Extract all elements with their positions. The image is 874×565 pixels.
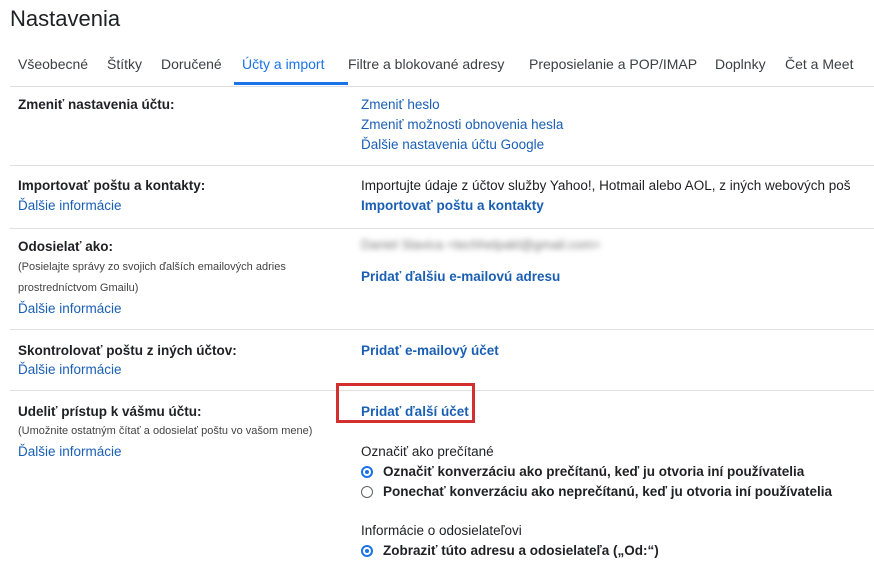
tab-chat-meet[interactable]: Čet a Meet — [785, 56, 853, 72]
learn-more-link[interactable]: Ďalšie informácie — [18, 362, 122, 377]
add-mail-account-link[interactable]: Pridať e-mailový účet — [361, 343, 499, 358]
tab-labels[interactable]: Štítky — [107, 56, 142, 72]
row-label: Importovať poštu a kontakty: — [18, 178, 206, 193]
change-recovery-link[interactable]: Zmeniť možnosti obnovenia hesla — [361, 117, 563, 132]
tab-filters[interactable]: Filtre a blokované adresy — [348, 56, 504, 72]
learn-more-link[interactable]: Ďalšie informácie — [18, 301, 122, 316]
add-email-address-link[interactable]: Pridať ďalšiu e-mailovú adresu — [361, 269, 560, 284]
row-note: prostredníctvom Gmailu) — [18, 282, 139, 294]
tab-forwarding[interactable]: Preposielanie a POP/IMAP — [529, 56, 697, 72]
radio-selected-icon[interactable] — [361, 545, 373, 557]
row-note: (Umožnite ostatným čítať a odosielať poš… — [18, 425, 313, 437]
row-note: (Posielajte správy zo svojich ďalších em… — [18, 261, 286, 273]
highlight-box — [336, 383, 475, 423]
sender-info-heading: Informácie o odosielateľovi — [361, 523, 522, 538]
page-title: Nastavenia — [10, 6, 121, 31]
row-label: Odosielať ako: — [18, 239, 113, 254]
settings-row-send-as: Odosielať ako: (Posielajte správy zo svo… — [10, 229, 874, 330]
learn-more-link[interactable]: Ďalšie informácie — [18, 444, 122, 459]
settings-row-change-account: Zmeniť nastavenia účtu: Zmeniť heslo Zme… — [10, 87, 874, 166]
mark-read-heading: Označiť ako prečítané — [361, 444, 494, 459]
import-mail-contacts-link[interactable]: Importovať poštu a kontakty — [361, 198, 544, 213]
row-label: Udeliť prístup k vášmu účtu: — [18, 404, 202, 419]
tab-accounts-import[interactable]: Účty a import — [242, 56, 324, 72]
radio-label: Ponechať konverzáciu ako neprečítanú, ke… — [383, 484, 833, 499]
settings-tabs: Všeobecné Štítky Doručené Účty a import … — [10, 52, 874, 87]
row-label: Skontrolovať poštu z iných účtov: — [18, 343, 237, 358]
tab-general[interactable]: Všeobecné — [18, 56, 88, 72]
row-label: Zmeniť nastavenia účtu: — [18, 97, 175, 112]
radio-unselected-icon[interactable] — [361, 486, 373, 498]
settings-row-import: Importovať poštu a kontakty: Ďalšie info… — [10, 166, 874, 229]
radio-label: Zobraziť túto adresu a odosielateľa („Od… — [383, 543, 659, 558]
tab-addons[interactable]: Doplnky — [715, 56, 766, 72]
radio-label: Označiť konverzáciu ako prečítanú, keď j… — [383, 464, 805, 479]
radio-selected-icon[interactable] — [361, 466, 373, 478]
active-tab-indicator — [234, 82, 348, 85]
change-password-link[interactable]: Zmeniť heslo — [361, 97, 440, 112]
tab-inbox[interactable]: Doručené — [161, 56, 222, 72]
settings-row-check-mail: Skontrolovať poštu z iných účtov: Ďalšie… — [10, 330, 874, 391]
learn-more-link[interactable]: Ďalšie informácie — [18, 198, 122, 213]
import-description: Importujte údaje z účtov služby Yahoo!, … — [361, 178, 851, 193]
send-as-address: Daniel Slavica <techhelpakl@gmail.com> — [361, 237, 601, 252]
google-account-settings-link[interactable]: Ďalšie nastavenia účtu Google — [361, 137, 544, 152]
